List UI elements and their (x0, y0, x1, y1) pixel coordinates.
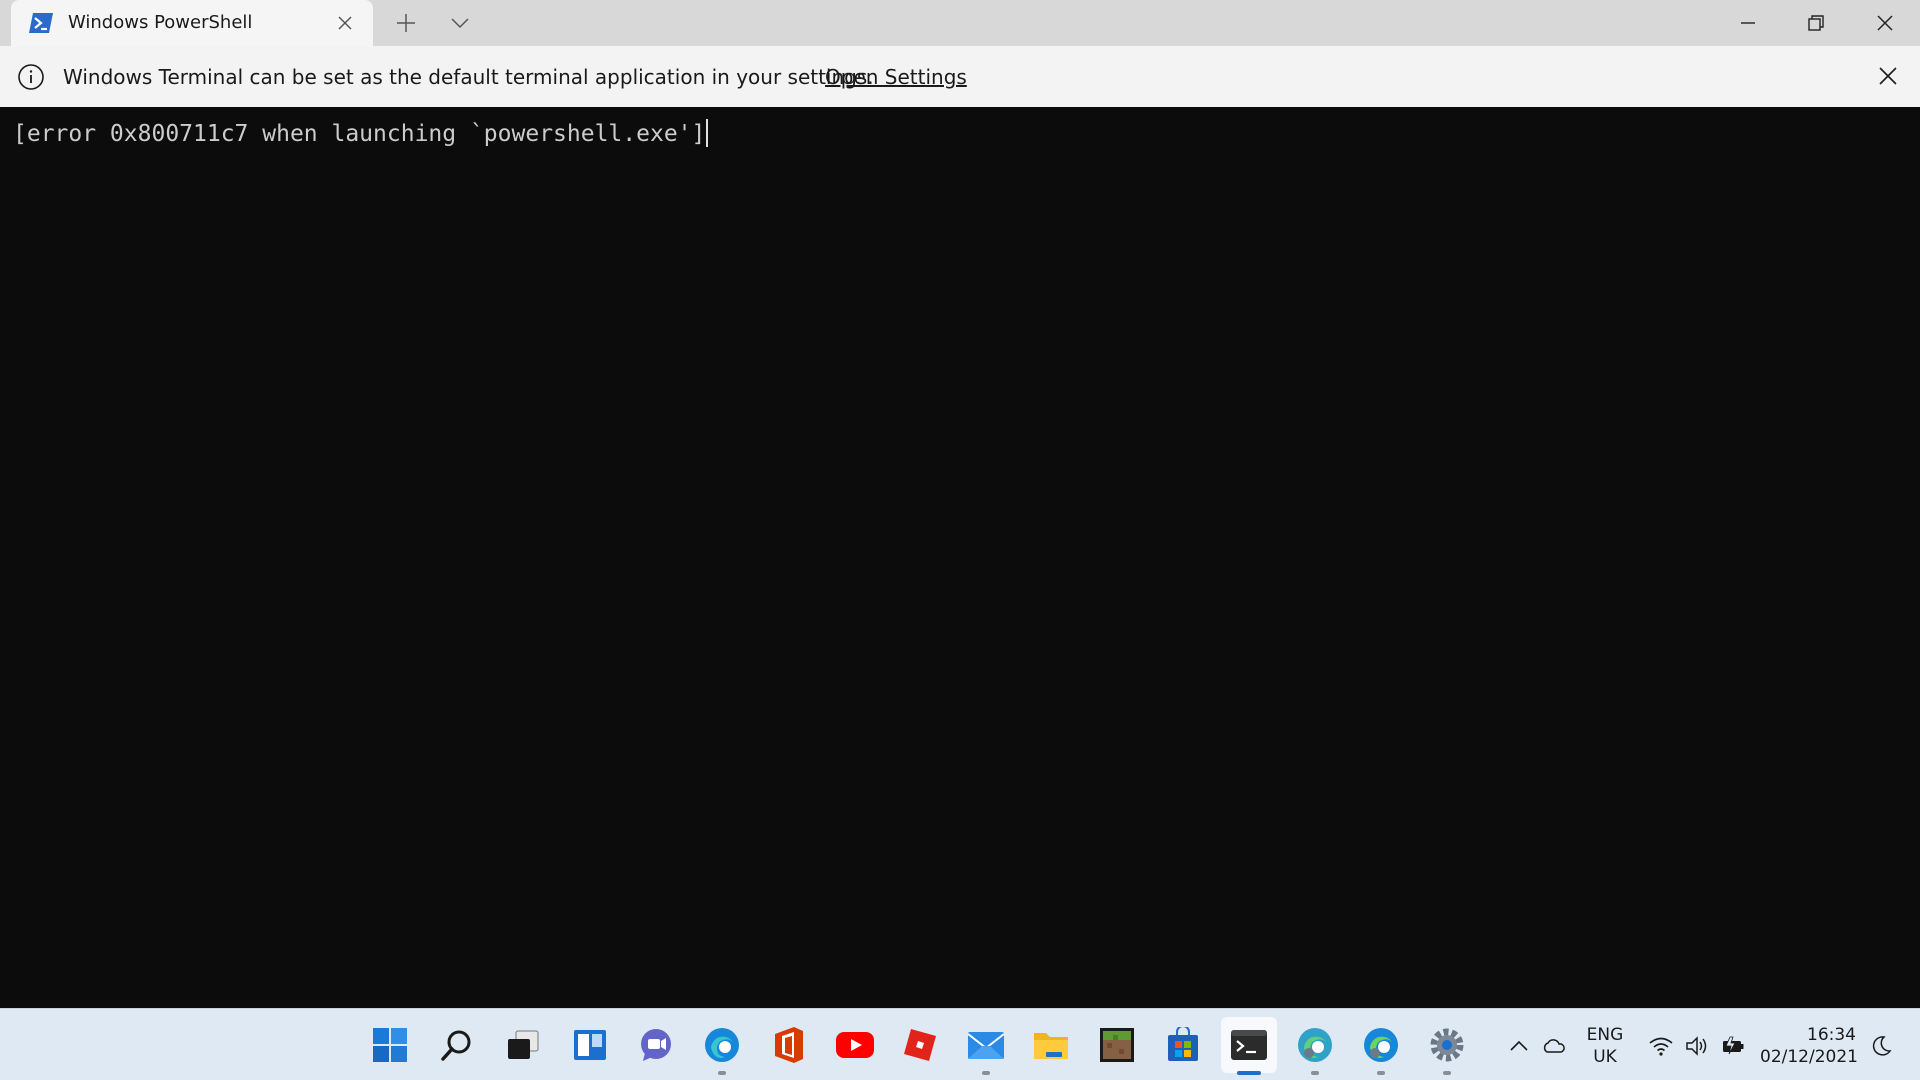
widgets-button[interactable] (568, 1023, 612, 1067)
task-view-button[interactable] (501, 1023, 545, 1067)
info-icon (18, 64, 44, 90)
powershell-icon (29, 13, 53, 33)
settings-icon (1430, 1028, 1464, 1062)
language-code: ENG (1586, 1025, 1624, 1045)
search-icon (441, 1030, 471, 1061)
start-icon (373, 1028, 407, 1062)
terminal-area[interactable]: [error 0x800711c7 when launching `powers… (0, 107, 1920, 1008)
task-view-icon (508, 1030, 539, 1059)
edge-dev-button[interactable] (1359, 1023, 1403, 1067)
keyboard-layout: UK (1593, 1047, 1617, 1067)
infobar-close-icon[interactable] (1876, 64, 1900, 88)
mail-button[interactable] (964, 1023, 1008, 1067)
tab-title: Windows PowerShell (68, 12, 253, 33)
restore-icon[interactable] (1804, 11, 1828, 35)
title-bar[interactable]: Windows PowerShell (0, 0, 1920, 46)
settings-button[interactable] (1425, 1023, 1469, 1067)
volume-icon[interactable] (1684, 1033, 1710, 1059)
info-bar: Windows Terminal can be set as the defau… (0, 46, 1920, 107)
widgets-icon (574, 1030, 606, 1060)
chat-icon (641, 1029, 671, 1061)
terminal-button[interactable] (1221, 1017, 1277, 1073)
file-explorer-icon (1034, 1033, 1068, 1059)
chevron-up-icon[interactable] (1506, 1033, 1532, 1059)
edge-beta-running-indicator (1311, 1071, 1319, 1075)
new-tab-plus-icon[interactable] (394, 11, 418, 35)
tab-windows-powershell[interactable]: Windows PowerShell (11, 0, 373, 46)
wifi-icon[interactable] (1648, 1033, 1674, 1059)
edge-button[interactable] (700, 1023, 744, 1067)
terminal-active-indicator (1237, 1071, 1261, 1075)
chevron-down-icon[interactable] (448, 11, 472, 35)
roblox-button[interactable] (898, 1023, 942, 1067)
clock-time: 16:34 (1807, 1025, 1856, 1045)
clock-date: 02/12/2021 (1760, 1047, 1858, 1067)
terminal-icon (1231, 1030, 1267, 1060)
language-indicator[interactable]: ENG UK (1584, 1024, 1626, 1068)
minimize-icon[interactable] (1736, 11, 1760, 35)
office-icon (775, 1027, 803, 1063)
minecraft-icon (1100, 1028, 1134, 1062)
store-button[interactable] (1161, 1023, 1205, 1067)
terminal-line: [error 0x800711c7 when launching `powers… (13, 119, 709, 149)
open-settings-link[interactable]: Open Settings (825, 65, 967, 89)
terminal-output: [error 0x800711c7 when launching `powers… (13, 121, 706, 147)
onedrive-cloud-icon[interactable] (1541, 1033, 1567, 1059)
edge-beta-icon (1298, 1028, 1332, 1062)
mail-running-indicator (982, 1071, 990, 1075)
search-button[interactable] (435, 1023, 479, 1067)
info-message: Windows Terminal can be set as the defau… (63, 65, 874, 89)
tab-close-icon[interactable] (335, 13, 355, 33)
battery-charging-icon[interactable] (1720, 1033, 1746, 1059)
text-cursor (706, 119, 709, 147)
taskbar: ENG UK 16:34 02/12/2021 (0, 1008, 1920, 1080)
roblox-icon (904, 1029, 936, 1061)
focus-assist-moon-icon[interactable] (1868, 1033, 1894, 1059)
edge-beta-button[interactable] (1293, 1023, 1337, 1067)
edge-running-indicator (718, 1071, 726, 1075)
chat-button[interactable] (634, 1023, 678, 1067)
mail-icon (967, 1032, 1005, 1059)
office-button[interactable] (767, 1023, 811, 1067)
start-button[interactable] (368, 1023, 412, 1067)
edge-dev-running-indicator (1377, 1071, 1385, 1075)
youtube-button[interactable] (833, 1023, 877, 1067)
clock[interactable]: 16:34 02/12/2021 (1760, 1024, 1858, 1068)
youtube-icon (836, 1032, 874, 1058)
settings-running-indicator (1443, 1071, 1451, 1075)
edge-icon (705, 1028, 739, 1062)
store-icon (1168, 1027, 1198, 1061)
close-icon[interactable] (1873, 11, 1897, 35)
minecraft-button[interactable] (1095, 1023, 1139, 1067)
file-explorer-button[interactable] (1029, 1023, 1073, 1067)
edge-dev-icon (1364, 1028, 1398, 1062)
